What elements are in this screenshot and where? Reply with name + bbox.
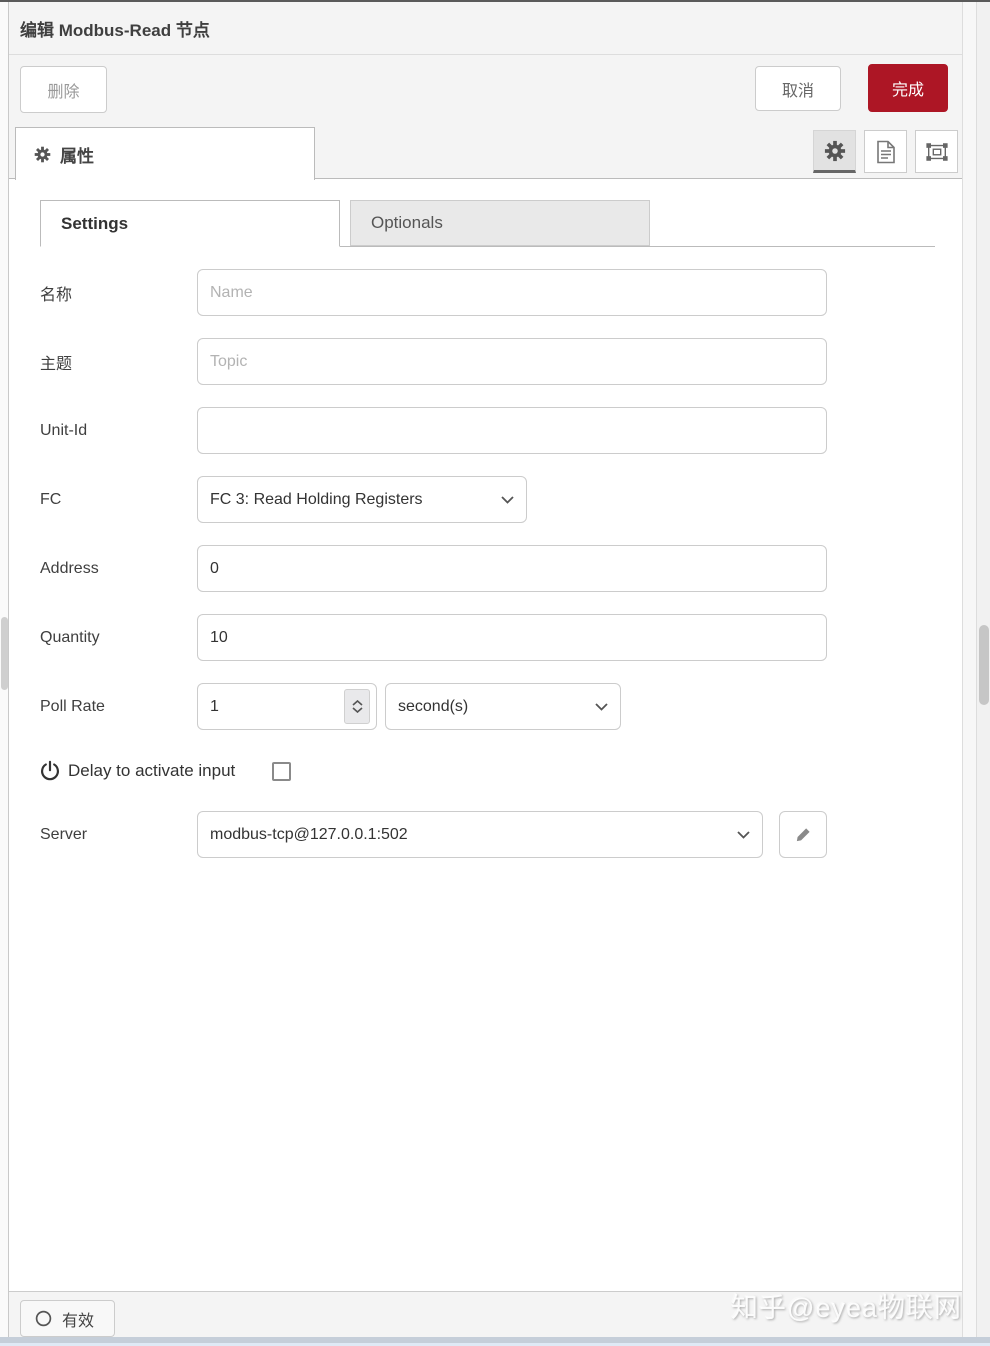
dialog-header: 编辑 Modbus-Read 节点 删除 取消 完成 [9,2,962,179]
address-input[interactable] [197,545,827,592]
edit-node-dialog: 编辑 Modbus-Read 节点 删除 取消 完成 [9,2,962,1346]
chevron-down-icon [352,707,363,713]
server-select[interactable]: modbus-tcp@127.0.0.1:502 [197,811,763,858]
name-row: 名称 [40,269,962,316]
delay-label: Delay to activate input [68,761,235,781]
delete-button[interactable]: 删除 [20,66,107,113]
quantity-stepper[interactable] [344,689,370,724]
editor-mode-icons [813,130,958,173]
tab-optionals-label: Optionals [371,213,443,233]
fc-select[interactable]: FC 3: Read Holding Registers [197,476,527,523]
quantity-row: Quantity [40,614,962,661]
name-label: 名称 [40,281,197,305]
appearance-frame-icon [925,141,949,163]
fc-selected-value: FC 3: Read Holding Registers [210,491,423,509]
tab-properties[interactable]: 属性 [15,127,315,180]
tab-settings-label: Settings [61,214,128,234]
edit-server-button[interactable] [779,811,827,858]
dialog-action-row: 删除 取消 完成 [9,55,962,126]
description-view-button[interactable] [864,130,907,173]
node-enabled-toggle[interactable]: 有效 [20,1300,115,1337]
properties-form: Settings Optionals 名称 主题 Unit-Id FC FC 3… [9,180,962,1293]
tab-settings[interactable]: Settings [40,200,340,247]
watermark-text: 知乎@eyea物联网 [731,1286,962,1325]
poll-rate-unit-select[interactable]: second(s) [385,683,621,730]
poll-rate-number-wrap [197,683,377,730]
address-row: Address [40,545,962,592]
delay-row: Delay to activate input [40,754,962,788]
chevron-down-icon [501,496,514,504]
quantity-input[interactable] [197,614,827,661]
dialog-title: 编辑 Modbus-Read 节点 [20,16,210,41]
page-left-scrollbar[interactable] [0,0,9,1346]
poll-rate-label: Poll Rate [40,698,197,716]
unit-id-row: Unit-Id [40,407,962,454]
pencil-icon [794,826,812,844]
server-selected-value: modbus-tcp@127.0.0.1:502 [210,826,408,844]
left-scrollbar-thumb[interactable] [1,617,8,690]
quantity-label: Quantity [40,629,197,647]
poll-rate-row: Poll Rate second(s) [40,683,962,730]
chevron-down-icon [595,703,608,711]
fc-row: FC FC 3: Read Holding Registers [40,476,962,523]
chevron-down-icon [737,831,750,839]
server-row: Server modbus-tcp@127.0.0.1:502 [40,811,962,858]
unit-id-label: Unit-Id [40,422,197,440]
circle-icon [35,1310,52,1327]
topic-row: 主题 [40,338,962,385]
tab-properties-label: 属性 [60,142,94,167]
enabled-label: 有效 [62,1307,94,1331]
done-button[interactable]: 完成 [868,64,948,112]
gear-icon [34,146,51,163]
editor-tab-row: 属性 [9,126,962,179]
dialog-title-bar: 编辑 Modbus-Read 节点 [9,2,962,55]
subtab-bar: Settings Optionals [40,199,935,247]
topic-label: 主题 [40,350,197,374]
appearance-view-button[interactable] [915,130,958,173]
name-input[interactable] [197,269,827,316]
address-label: Address [40,560,197,578]
topic-input[interactable] [197,338,827,385]
window-top-edge [0,0,990,2]
tab-optionals[interactable]: Optionals [350,200,650,246]
server-label: Server [40,826,197,844]
chevron-up-icon [352,700,363,706]
document-icon [875,140,897,164]
right-scrollbar-thumb[interactable] [979,625,989,705]
dialog-right-gutter [962,0,976,1346]
page-right-scrollbar[interactable] [976,0,990,1346]
poll-rate-unit-value: second(s) [398,698,468,716]
unit-id-input[interactable] [197,407,827,454]
fc-label: FC [40,491,197,509]
delay-checkbox[interactable] [272,762,291,781]
cancel-button[interactable]: 取消 [755,66,841,111]
power-icon [40,760,60,782]
properties-view-button[interactable] [813,130,856,173]
gear-icon [824,140,846,162]
